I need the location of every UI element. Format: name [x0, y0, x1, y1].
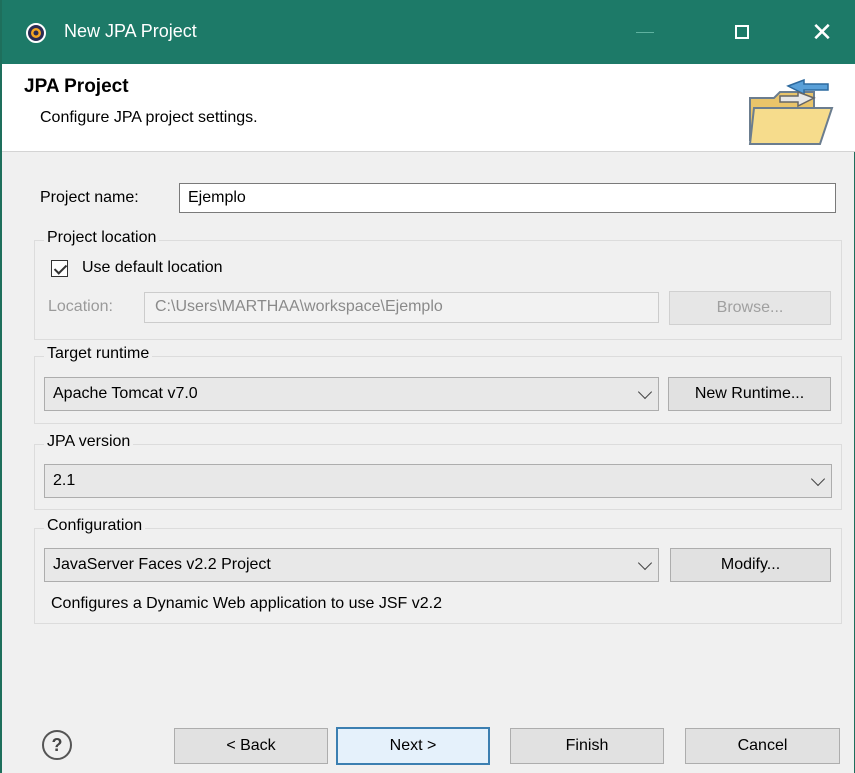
back-button[interactable]: < Back — [174, 728, 328, 764]
configuration-group-label: Configuration — [44, 517, 146, 535]
page-description: Configure JPA project settings. — [40, 109, 258, 126]
configuration-value: JavaServer Faces v2.2 Project — [53, 556, 271, 573]
project-name-input[interactable]: Ejemplo — [179, 183, 836, 213]
new-runtime-button[interactable]: New Runtime... — [668, 377, 831, 411]
minimize-button[interactable] — [615, 0, 675, 64]
browse-button[interactable]: Browse... — [669, 291, 831, 325]
target-runtime-group-label: Target runtime — [44, 345, 153, 363]
location-input[interactable]: C:\Users\MARTHAA\workspace\Ejemplo — [144, 292, 659, 323]
project-location-group — [34, 240, 842, 340]
chevron-down-icon — [637, 384, 653, 400]
title-bar[interactable]: New JPA Project ✕ — [2, 0, 855, 64]
minimize-icon — [636, 31, 654, 33]
use-default-location-label[interactable]: Use default location — [82, 259, 223, 277]
use-default-location-checkbox[interactable] — [51, 260, 68, 277]
maximize-icon — [735, 25, 749, 39]
location-label: Location: — [48, 298, 113, 315]
next-button[interactable]: Next > — [336, 727, 490, 765]
modify-button[interactable]: Modify... — [670, 548, 831, 582]
target-runtime-select[interactable]: Apache Tomcat v7.0 — [44, 377, 659, 411]
project-name-label: Project name: — [40, 189, 139, 206]
project-location-group-label: Project location — [44, 229, 160, 247]
help-icon[interactable]: ? — [42, 730, 72, 760]
window-title: New JPA Project — [64, 21, 197, 41]
close-button[interactable]: ✕ — [792, 0, 852, 64]
jpa-version-select[interactable]: 2.1 — [44, 464, 832, 498]
target-runtime-value: Apache Tomcat v7.0 — [53, 385, 198, 402]
checkmark-icon — [53, 261, 68, 275]
new-jpa-project-dialog: New JPA Project ✕ JPA Project Configure … — [0, 0, 855, 773]
jpa-version-group-label: JPA version — [44, 433, 134, 451]
configuration-select[interactable]: JavaServer Faces v2.2 Project — [44, 548, 659, 582]
folder-icon — [748, 78, 834, 145]
wizard-header: JPA Project Configure JPA project settin… — [2, 64, 855, 152]
configuration-description: Configures a Dynamic Web application to … — [51, 595, 443, 612]
maximize-button[interactable] — [712, 0, 772, 64]
eclipse-gear-icon — [26, 23, 46, 43]
chevron-down-icon — [810, 471, 826, 487]
page-title: JPA Project — [24, 76, 129, 97]
close-icon: ✕ — [811, 17, 833, 47]
cancel-button[interactable]: Cancel — [685, 728, 840, 764]
finish-button[interactable]: Finish — [510, 728, 664, 764]
jpa-version-value: 2.1 — [53, 472, 76, 489]
chevron-down-icon — [637, 555, 653, 571]
